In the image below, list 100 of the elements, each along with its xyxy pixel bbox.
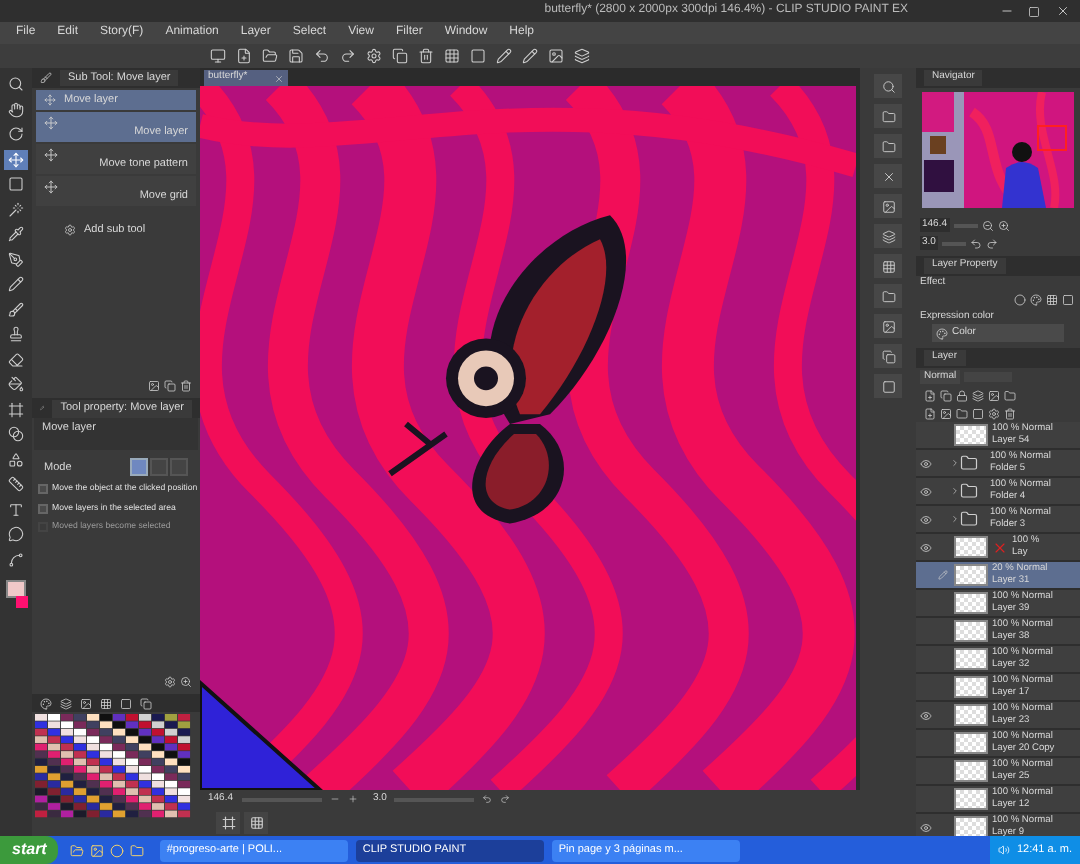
grid-button[interactable]: [244, 811, 268, 833]
frame-button[interactable]: [216, 811, 240, 833]
shapes-icon: [8, 451, 24, 468]
search-button[interactable]: [874, 74, 902, 98]
image-button[interactable]: [874, 314, 902, 338]
wand-icon: [8, 201, 24, 218]
layer-thumbnail: [954, 620, 988, 642]
checkbox[interactable]: [38, 503, 48, 514]
tool-button[interactable]: [4, 124, 28, 145]
redo-button[interactable]: [338, 46, 358, 66]
search-icon: [881, 79, 895, 93]
eye-icon: [919, 821, 931, 833]
monitor-icon: [210, 48, 226, 64]
close-icon: [881, 169, 895, 183]
layers-icon: [60, 697, 72, 709]
pencil-button[interactable]: [520, 46, 540, 66]
palette-icon: [40, 697, 52, 709]
folder-icon: [881, 109, 895, 123]
circle-icon: [110, 843, 125, 857]
undo-button[interactable]: [312, 46, 332, 66]
gear-button[interactable]: [364, 46, 384, 66]
tool-button[interactable]: [4, 149, 28, 170]
square-icon: [881, 379, 895, 393]
square-icon: [470, 48, 486, 64]
palette-icon: [936, 327, 948, 339]
color-swatch[interactable]: [6, 580, 26, 598]
layers-button[interactable]: [874, 224, 902, 248]
pencil-icon: [937, 570, 947, 580]
checkbox[interactable]: [38, 484, 48, 495]
copy-button[interactable]: [874, 344, 902, 368]
tool-button[interactable]: [4, 449, 28, 470]
minus-icon: [329, 794, 340, 804]
layer-thumbnail: [954, 816, 988, 836]
speaker-icon: [998, 844, 1011, 856]
square-icon: [972, 407, 984, 419]
grid-icon: [249, 815, 263, 829]
zoom-in-icon: [997, 219, 1010, 231]
folder-button[interactable]: [874, 104, 902, 128]
maximize-button[interactable]: [1024, 1, 1044, 21]
ruler-icon: [8, 476, 24, 493]
image-icon: [940, 407, 952, 419]
monitor-button[interactable]: [208, 46, 228, 66]
image-button[interactable]: [546, 46, 566, 66]
close-icon: [1055, 4, 1069, 18]
tool-button[interactable]: [4, 499, 28, 520]
tool-button[interactable]: [4, 249, 28, 270]
tool-button[interactable]: [4, 524, 28, 545]
color-swatch[interactable]: [16, 596, 28, 608]
circle-icon: [1014, 294, 1026, 306]
tool-button[interactable]: [4, 324, 28, 345]
layer-thumbnail: [954, 648, 988, 670]
mode-option[interactable]: [130, 458, 148, 477]
tool-button[interactable]: [4, 74, 28, 95]
layer-thumbnail: [954, 788, 988, 810]
minimize-icon: [999, 4, 1013, 18]
tool-button[interactable]: [4, 224, 28, 245]
start-button[interactable]: start: [0, 836, 59, 864]
layer-thumbnail: [954, 564, 988, 586]
tool-button[interactable]: [4, 99, 28, 120]
tool-button[interactable]: [4, 274, 28, 295]
copy-button[interactable]: [390, 46, 410, 66]
layer-thumbnail: [954, 424, 988, 446]
layers-icon: [574, 48, 590, 64]
save-icon: [288, 48, 304, 64]
gear-icon: [988, 407, 1000, 419]
curve-icon: [8, 551, 24, 568]
save-button[interactable]: [286, 46, 306, 66]
tool-button[interactable]: [4, 424, 28, 445]
folder-icon: [881, 289, 895, 303]
tool-button[interactable]: [4, 474, 28, 495]
close-button[interactable]: [874, 164, 902, 188]
new-file-button[interactable]: [234, 46, 254, 66]
tool-button[interactable]: [4, 349, 28, 370]
layers-icon: [881, 229, 895, 243]
tool-button[interactable]: [4, 399, 28, 420]
square-button[interactable]: [468, 46, 488, 66]
tool-button[interactable]: [4, 299, 28, 320]
pencil-button[interactable]: [494, 46, 514, 66]
folder-icon: [1004, 389, 1016, 401]
lock-icon: [956, 389, 968, 401]
speech-bubble-icon: [8, 526, 24, 543]
grid-button[interactable]: [442, 46, 462, 66]
frame-icon: [221, 815, 235, 829]
tool-button[interactable]: [4, 549, 28, 570]
square-button[interactable]: [874, 374, 902, 398]
x-mark-icon: [992, 539, 1008, 555]
trash-icon: [1004, 407, 1016, 419]
layers-button[interactable]: [572, 46, 592, 66]
paint-bucket-icon: [8, 376, 24, 393]
open-folder-button[interactable]: [260, 46, 280, 66]
folder-button[interactable]: [874, 134, 902, 158]
move-icon: [44, 94, 56, 106]
grid-button[interactable]: [874, 254, 902, 278]
trash-button[interactable]: [416, 46, 436, 66]
tool-button[interactable]: [4, 374, 28, 395]
folder-icon: [881, 139, 895, 153]
image-button[interactable]: [874, 194, 902, 218]
eraser-icon: [8, 351, 24, 368]
eye-icon: [919, 485, 931, 497]
folder-button[interactable]: [874, 284, 902, 308]
